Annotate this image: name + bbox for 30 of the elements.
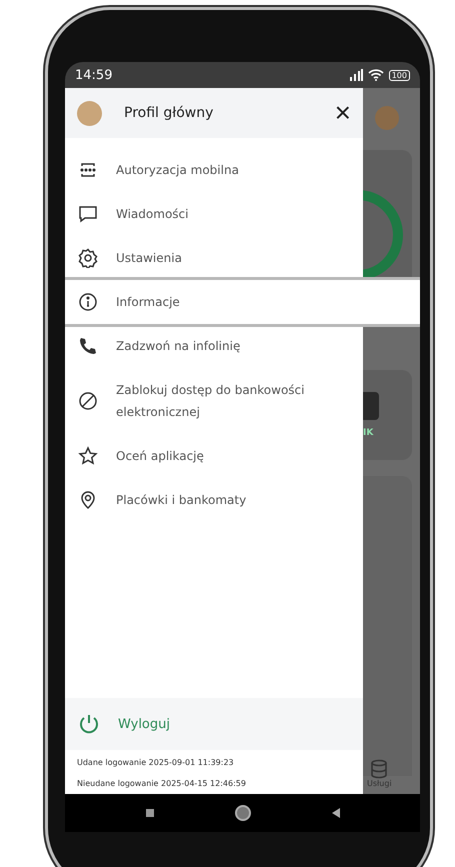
login-info-text: Nieudane logowanie 2025-04-15 12:46:59 (77, 779, 247, 788)
menu-item[interactable]: Zablokuj dostęp do bankowości elektronicznej (65, 368, 363, 434)
app-tile-icon (363, 392, 379, 420)
wifi-icon (368, 69, 384, 81)
signal-icon (348, 69, 363, 81)
back-icon[interactable] (332, 808, 340, 818)
menu-item[interactable]: Wiadomości (65, 192, 363, 236)
avatar-icon (375, 106, 399, 130)
login-info-text: Udane logowanie 2025-09-01 11:39:23 (77, 758, 235, 767)
battery-indicator: 100 (388, 70, 410, 80)
chat-icon (78, 204, 98, 224)
close-button[interactable]: × (334, 99, 351, 127)
info-icon (78, 292, 98, 312)
settings-icon (78, 248, 98, 268)
phone-icon (78, 336, 98, 356)
database-icon (369, 759, 390, 779)
menu-item[interactable]: Oceń aplikację (65, 434, 363, 478)
menu-item[interactable]: Ustawienia (65, 236, 363, 280)
menu-item[interactable]: Placówki i bankomaty (65, 478, 363, 522)
logout-button[interactable]: Wyloguj (65, 698, 363, 750)
status-time: 14:59 (75, 68, 112, 82)
menu-item[interactable]: Zadzwoń na infolinię (65, 324, 363, 368)
star-icon (78, 446, 98, 466)
power-icon (78, 713, 100, 735)
profile-title: Profil główny (124, 105, 214, 121)
recent-apps-icon[interactable] (146, 809, 154, 817)
block-icon (78, 391, 98, 411)
menu-item[interactable]: Autoryzacja mobilna (65, 148, 363, 192)
home-icon[interactable] (234, 805, 250, 821)
tile-label: IK (363, 428, 374, 438)
